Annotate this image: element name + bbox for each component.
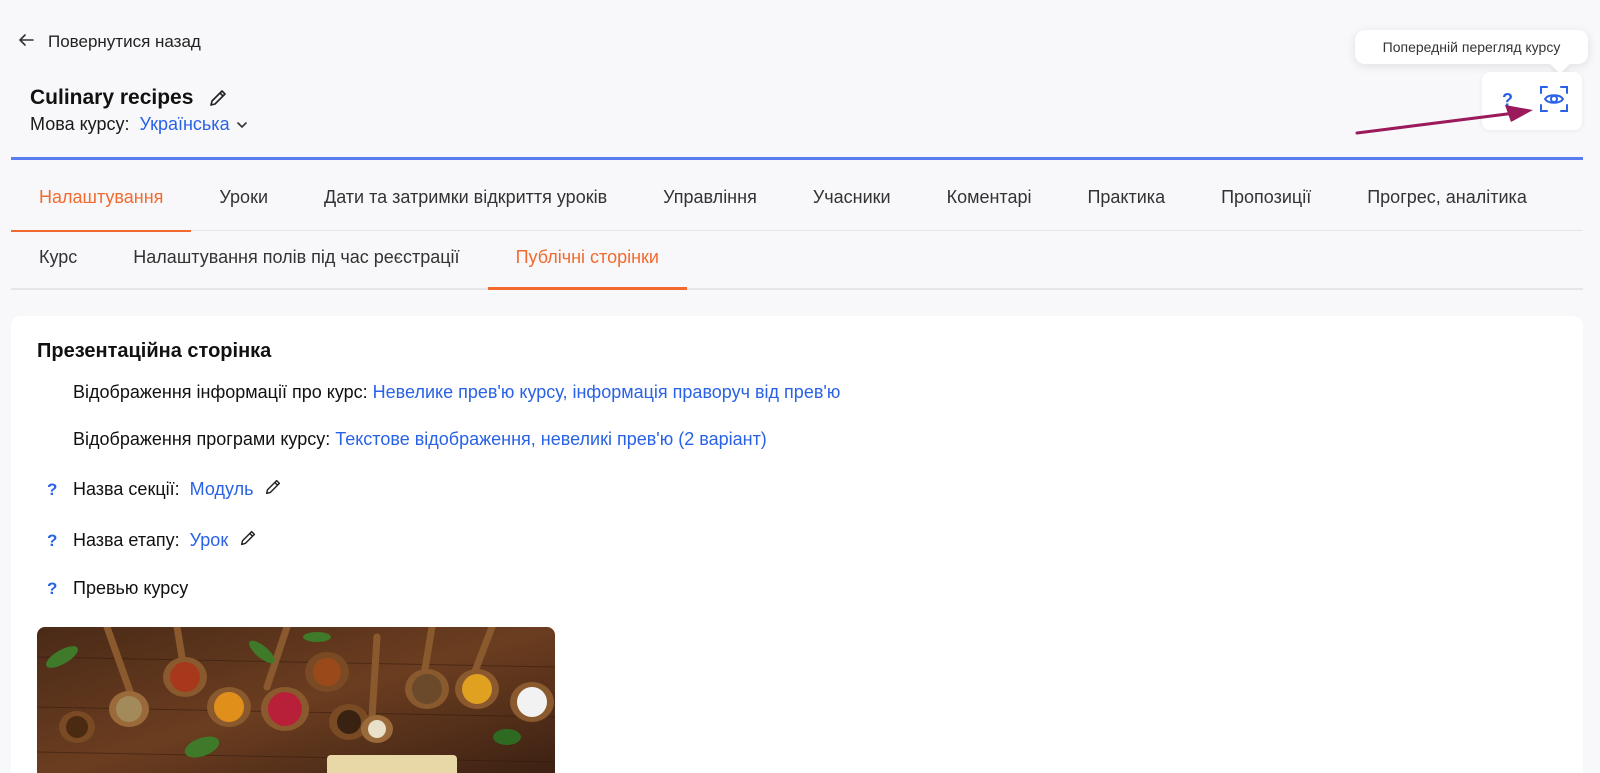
tab-comments[interactable]: Коментарі xyxy=(919,178,1060,231)
tab-progress-analytics[interactable]: Прогрес, аналітика xyxy=(1339,178,1555,231)
stage-name-label: Назва етапу: xyxy=(73,530,180,550)
eye-icon xyxy=(1540,86,1568,112)
info-display-label: Відображення інформації про курс: xyxy=(73,382,368,402)
tab-offers[interactable]: Пропозиції xyxy=(1193,178,1339,231)
help-icon[interactable]: ? xyxy=(47,480,73,500)
info-display-value[interactable]: Невелике прев'ю курсу, інформація правор… xyxy=(373,382,841,403)
program-display-label: Відображення програми курсу: xyxy=(73,429,331,449)
presentation-page-card: Презентаційна сторінка Відображення інфо… xyxy=(11,316,1583,773)
course-preview-row: ? Превью курсу xyxy=(47,578,188,599)
preview-tooltip: Попередній перегляд курсу xyxy=(1355,30,1588,64)
tab-settings[interactable]: Налаштування xyxy=(11,178,192,232)
language-select[interactable]: Українська xyxy=(139,114,247,135)
pencil-icon[interactable] xyxy=(238,528,258,553)
course-preview-label: Превью курсу xyxy=(73,578,189,598)
preview-tooltip-text: Попередній перегляд курсу xyxy=(1382,39,1561,55)
arrow-left-icon xyxy=(16,30,36,55)
tab-practice[interactable]: Практика xyxy=(1059,178,1193,231)
pencil-icon[interactable] xyxy=(207,87,229,109)
language-label: Мова курсу: xyxy=(30,114,130,134)
program-display-row: Відображення програми курсу: Текстове ві… xyxy=(73,429,767,450)
language-value: Українська xyxy=(139,114,230,134)
annotation-arrow xyxy=(1355,105,1533,135)
section-name-label: Назва секції: xyxy=(73,479,180,499)
chevron-down-icon xyxy=(236,121,247,128)
subtab-public-pages[interactable]: Публічні сторінки xyxy=(487,236,688,290)
tab-dates-delays[interactable]: Дати та затримки відкриття уроків xyxy=(296,178,635,231)
main-tabs: Налаштування Уроки Дати та затримки відк… xyxy=(11,178,1583,232)
tab-management[interactable]: Управління xyxy=(635,178,785,231)
header-divider xyxy=(11,157,1583,160)
pencil-icon[interactable] xyxy=(263,477,283,502)
preview-button[interactable] xyxy=(1539,84,1569,114)
section-title: Презентаційна сторінка xyxy=(37,340,272,362)
course-title-row: Culinary recipes xyxy=(30,86,229,110)
program-display-value[interactable]: Текстове відображення, невеликі прев'ю (… xyxy=(335,429,767,450)
subtab-course[interactable]: Курс xyxy=(11,236,105,288)
back-link[interactable]: Повернутися назад xyxy=(16,30,201,54)
section-name-row: ? Назва секції: Модуль xyxy=(47,477,283,502)
tab-lessons[interactable]: Уроки xyxy=(191,178,296,231)
stage-name-row: ? Назва етапу: Урок xyxy=(47,528,258,553)
tab-participants[interactable]: Учасники xyxy=(785,178,919,231)
sub-tabs: Курс Налаштування полів під час реєстрац… xyxy=(11,236,1583,290)
info-display-row: Відображення інформації про курс: Невели… xyxy=(73,382,840,403)
back-label: Повернутися назад xyxy=(48,32,201,51)
help-icon[interactable]: ? xyxy=(47,531,73,551)
help-icon[interactable]: ? xyxy=(47,579,73,599)
course-preview-image[interactable] xyxy=(37,627,555,773)
course-title: Culinary recipes xyxy=(30,86,194,109)
section-name-value[interactable]: Модуль xyxy=(190,479,254,500)
course-language-row: Мова курсу: Українська xyxy=(30,114,248,135)
subtab-registration-fields[interactable]: Налаштування полів під час реєстрації xyxy=(105,236,487,288)
stage-name-value[interactable]: Урок xyxy=(190,530,229,551)
